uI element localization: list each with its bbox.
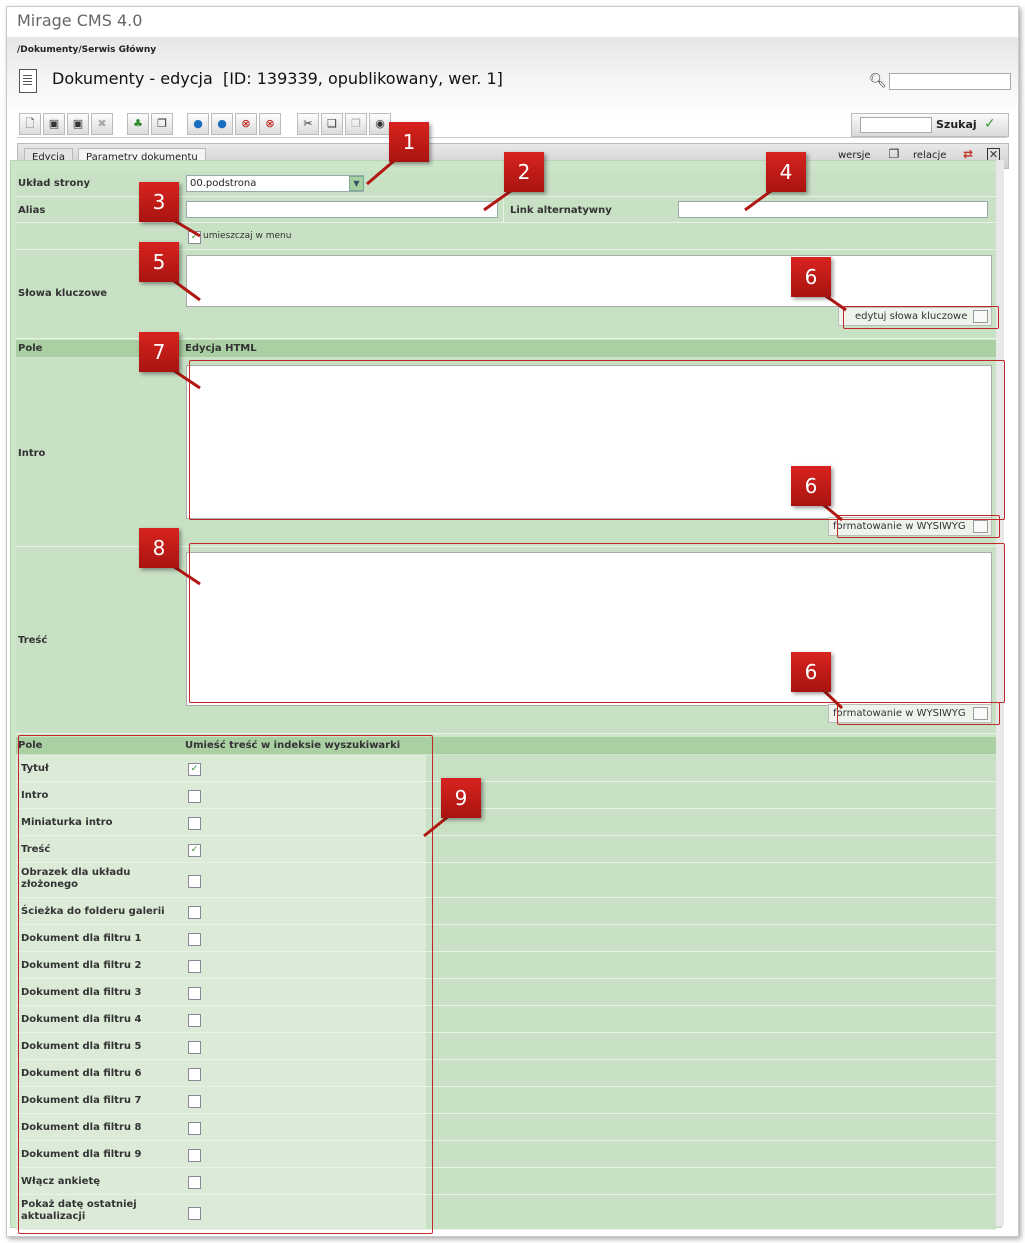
callout-9: 9 [441, 778, 481, 818]
callout-1: 1 [389, 122, 429, 162]
callout-2: 2 [504, 152, 544, 192]
callout-6: 6 [791, 257, 831, 297]
callout-6: 6 [791, 652, 831, 692]
callout-4: 4 [766, 152, 806, 192]
callout-3: 3 [139, 182, 179, 222]
callout-arrow [423, 813, 451, 838]
callout-5: 5 [139, 242, 179, 282]
callout-arrow [366, 158, 396, 186]
callout-7: 7 [139, 332, 179, 372]
callout-6: 6 [791, 466, 831, 506]
callout-8: 8 [139, 528, 179, 568]
